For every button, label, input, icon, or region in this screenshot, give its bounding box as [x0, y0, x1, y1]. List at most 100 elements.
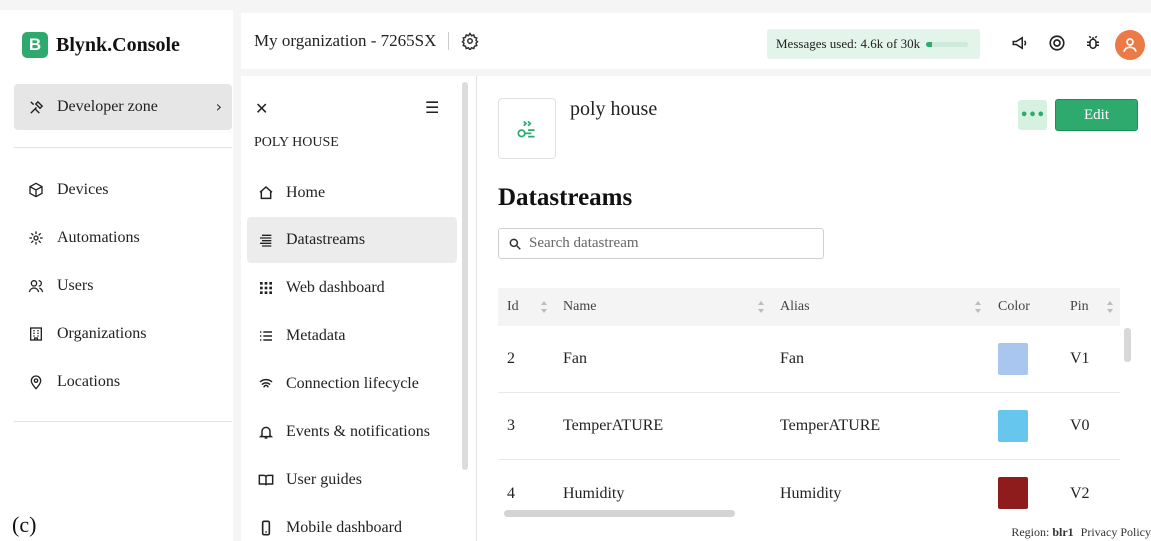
grid-icon	[258, 280, 274, 296]
sidebar-item-organizations[interactable]: Organizations	[28, 322, 146, 346]
subnav-item-label: Home	[286, 184, 326, 201]
color-swatch	[998, 410, 1028, 442]
sidebar-item-locations[interactable]: Locations	[28, 370, 120, 394]
blynk-logo: B	[22, 32, 48, 58]
sidebar-item-label: Users	[57, 277, 94, 294]
table-row[interactable]: 3 TemperATURE TemperATURE V0	[498, 393, 1120, 460]
list-icon	[258, 328, 274, 344]
cell-name: TemperATURE	[563, 417, 664, 434]
subnav-item-label: Web dashboard	[286, 279, 385, 296]
brand[interactable]: B Blynk.Console	[0, 10, 233, 80]
search-input[interactable]: Search datastream	[498, 228, 824, 259]
divider	[14, 421, 232, 422]
column-header-name[interactable]: Name	[563, 288, 596, 326]
cell-pin: V1	[1070, 350, 1090, 367]
chevron-right-icon: ›	[215, 97, 222, 116]
table-row[interactable]: 2 Fan Fan V1	[498, 326, 1120, 393]
subnav-item-web-dashboard[interactable]: Web dashboard	[247, 265, 457, 311]
messages-usage-text: Messages used: 4.6k of 30k	[776, 36, 921, 51]
subnav-item-label: User guides	[286, 471, 362, 488]
subnav-item-label: Events & notifications	[286, 423, 430, 440]
table-vertical-scrollbar[interactable]	[1124, 328, 1131, 362]
sidebar-item-devices[interactable]: Devices	[28, 178, 109, 202]
footer: Region: blr1 Privacy Policy	[1011, 525, 1151, 540]
hamburger-menu-icon[interactable]: ☰	[425, 98, 439, 117]
phone-icon	[258, 520, 274, 536]
main-content: poly house ••• Edit Datastreams Search d…	[477, 76, 1151, 541]
megaphone-icon[interactable]	[1010, 33, 1030, 53]
developer-zone-button[interactable]: Developer zone ›	[14, 84, 232, 130]
cell-name: Fan	[563, 350, 587, 367]
region-label: Region:	[1011, 525, 1050, 539]
subnav-item-user-guides[interactable]: User guides	[247, 457, 457, 503]
subnav-item-connection-lifecycle[interactable]: Connection lifecycle	[247, 361, 457, 407]
developer-zone-label: Developer zone	[57, 98, 158, 115]
copyright-mark: (c)	[12, 512, 37, 538]
bell-icon	[258, 424, 274, 440]
edit-button[interactable]: Edit	[1055, 99, 1138, 131]
color-swatch	[998, 477, 1028, 509]
sort-icon[interactable]	[1106, 300, 1114, 314]
device-name: poly house	[570, 98, 658, 120]
cell-id: 3	[507, 417, 515, 434]
column-header-pin[interactable]: Pin	[1070, 288, 1089, 326]
subnav-item-events-notifications[interactable]: Events & notifications	[247, 409, 457, 455]
table-header: Id Name Alias Color Pin	[498, 288, 1120, 326]
sidebar-item-users[interactable]: Users	[28, 274, 93, 298]
user-avatar[interactable]	[1115, 30, 1145, 60]
brand-name: Blynk.Console	[56, 33, 180, 56]
cube-icon	[28, 182, 44, 198]
gear-icon[interactable]	[461, 32, 479, 50]
more-options-button[interactable]: •••	[1018, 100, 1047, 130]
region-value: blr1	[1052, 525, 1074, 539]
cell-pin: V0	[1070, 417, 1090, 434]
subnav-item-label: Datastreams	[286, 231, 366, 248]
privacy-policy-link[interactable]: Privacy Policy	[1081, 525, 1151, 539]
sidebar-item-label: Locations	[57, 373, 121, 390]
cell-alias: Humidity	[780, 484, 842, 502]
sidebar-item-label: Organizations	[57, 325, 147, 342]
subnav-item-mobile-dashboard[interactable]: Mobile dashboard	[247, 505, 457, 541]
cell-pin: V2	[1070, 484, 1090, 502]
section-title: Datastreams	[498, 184, 633, 211]
users-icon	[28, 278, 44, 294]
color-swatch	[998, 343, 1028, 375]
sort-icon[interactable]	[540, 300, 548, 314]
home-icon	[258, 185, 274, 201]
location-pin-icon	[28, 374, 44, 390]
divider	[448, 32, 450, 50]
close-icon[interactable]: ✕	[255, 99, 268, 118]
column-header-id[interactable]: Id	[507, 288, 519, 326]
messages-usage-bar	[926, 41, 969, 47]
device-title: POLY HOUSE	[254, 135, 339, 150]
device-image	[498, 98, 556, 159]
divider	[14, 147, 232, 148]
sort-icon[interactable]	[757, 300, 765, 314]
organization-name[interactable]: My organization - 7265SX	[254, 31, 436, 51]
sidebar-scrollbar[interactable]	[462, 82, 468, 470]
help-lifebuoy-icon[interactable]	[1047, 33, 1067, 53]
subnav-item-home[interactable]: Home	[247, 170, 457, 216]
bug-icon[interactable]	[1083, 33, 1103, 53]
search-placeholder: Search datastream	[529, 235, 639, 251]
subnav-item-datastreams[interactable]: Datastreams	[247, 217, 457, 263]
subnav-item-label: Metadata	[286, 327, 346, 344]
sort-icon[interactable]	[974, 300, 982, 314]
search-icon	[508, 237, 522, 251]
sidebar-item-automations[interactable]: Automations	[28, 226, 140, 250]
subnav-item-metadata[interactable]: Metadata	[247, 313, 457, 359]
cell-alias: Fan	[780, 350, 804, 367]
book-icon	[258, 472, 274, 488]
messages-usage-badge[interactable]: Messages used: 4.6k of 30k	[767, 29, 980, 59]
sidebar-item-label: Automations	[57, 229, 140, 246]
automation-icon	[28, 230, 44, 246]
wifi-icon	[258, 376, 274, 392]
column-header-alias[interactable]: Alias	[780, 288, 810, 326]
building-icon	[28, 326, 44, 342]
table-horizontal-scrollbar[interactable]	[504, 510, 735, 517]
subnav-item-label: Connection lifecycle	[286, 375, 419, 392]
device-sidebar: ✕ ☰ POLY HOUSE Home Datastreams Web dash…	[241, 76, 476, 541]
tools-icon	[28, 99, 45, 116]
cell-alias: TemperATURE	[780, 417, 881, 434]
sidebar-item-label: Devices	[57, 181, 109, 198]
